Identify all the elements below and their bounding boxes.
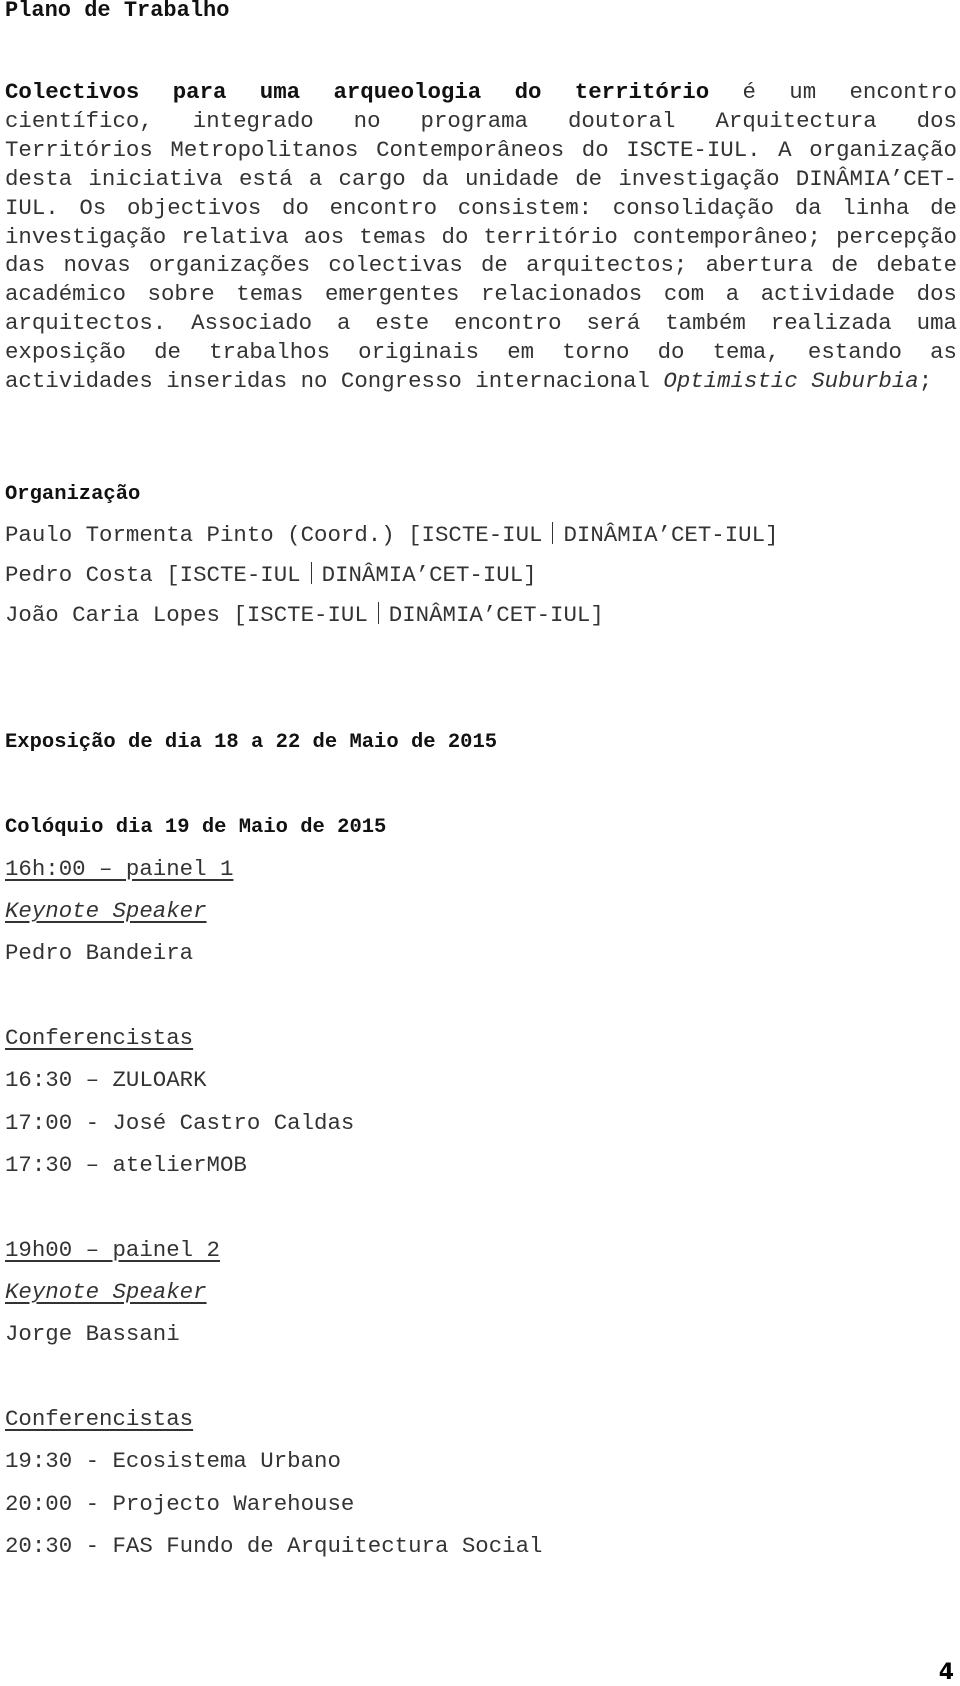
panel-1-speakers-label: Conferencistas	[5, 1025, 194, 1051]
colloquium-heading: Colóquio dia 19 de Maio de 2015	[5, 816, 387, 839]
organization-member: Pedro Costa [ISCTE-IUL DINÂMIA’CET-IUL]	[5, 562, 537, 588]
intro-text-end: ;	[918, 368, 933, 395]
separator	[377, 602, 379, 624]
panel-1-keynote-label: Keynote Speaker	[5, 898, 207, 924]
speaker-item: 20:30 - FAS Fundo de Arquitectura Social	[5, 1533, 543, 1559]
member-unit: DINÂMIA’CET-IUL]	[321, 562, 537, 588]
panel-1-title: 16h:00 – painel 1	[5, 856, 234, 882]
panel-1-keynote: Pedro Bandeira	[5, 940, 194, 966]
panel-2-keynote: Jorge Bassani	[5, 1321, 180, 1347]
organization-member: Paulo Tormenta Pinto (Coord.) [ISCTE-IUL…	[5, 522, 778, 548]
organization-member: João Caria Lopes [ISCTE-IUL DINÂMIA’CET-I…	[5, 602, 604, 628]
panel-2-speakers-label: Conferencistas	[5, 1406, 194, 1432]
speaker-item: 20:00 - Projecto Warehouse	[5, 1491, 355, 1517]
speaker-item: 16:30 – ZULOARK	[5, 1067, 207, 1093]
speaker-item: 17:30 – atelierMOB	[5, 1152, 247, 1178]
member-unit: DINÂMIA’CET-IUL]	[388, 602, 604, 628]
congress-name: Optimistic Suburbia	[663, 368, 919, 395]
panel-2-title: 19h00 – painel 2	[5, 1237, 220, 1263]
speaker-item: 17:00 - José Castro Caldas	[5, 1110, 355, 1136]
panel-2-keynote-label: Keynote Speaker	[5, 1279, 207, 1305]
intro-paragraph: Colectivos para uma arqueologia do terri…	[5, 78, 957, 396]
member-name: João Caria Lopes [ISCTE-IUL	[5, 602, 368, 628]
organization-heading: Organização	[5, 483, 141, 506]
intro-text: é um encontro científico, integrado no p…	[5, 79, 957, 395]
intro-bold-lead: Colectivos para uma arqueologia do terri…	[5, 79, 710, 105]
exhibition-heading: Exposição de dia 18 a 22 de Maio de 2015	[5, 731, 498, 754]
separator	[552, 522, 554, 544]
member-name: Paulo Tormenta Pinto (Coord.) [ISCTE-IUL	[5, 522, 543, 548]
speaker-item: 19:30 - Ecosistema Urbano	[5, 1448, 341, 1474]
page-title: Plano de Trabalho	[5, 0, 230, 23]
member-name: Pedro Costa [ISCTE-IUL	[5, 562, 301, 588]
page-number: 4	[938, 1660, 954, 1685]
member-unit: DINÂMIA’CET-IUL]	[563, 522, 779, 548]
separator	[310, 562, 312, 584]
